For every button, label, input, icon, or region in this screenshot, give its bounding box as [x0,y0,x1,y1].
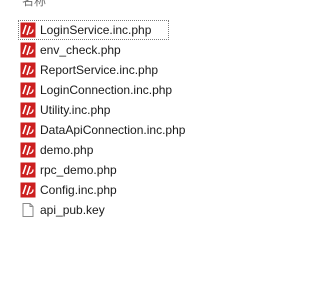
php-file-icon [20,142,36,158]
php-file-icon [20,62,36,78]
file-item[interactable]: DataApiConnection.inc.php [18,120,185,140]
file-item[interactable]: Utility.inc.php [18,100,178,120]
php-file-icon [20,122,36,138]
file-item[interactable]: LoginConnection.inc.php [18,80,178,100]
file-item[interactable]: env_check.php [18,40,178,60]
file-item[interactable]: api_pub.key [18,200,178,220]
file-item[interactable]: Config.inc.php [18,180,178,200]
file-name: DataApiConnection.inc.php [40,123,186,137]
file-item[interactable]: rpc_demo.php [18,160,178,180]
file-item[interactable]: ReportService.inc.php [18,60,178,80]
column-header: 名称 [0,0,273,14]
file-name: env_check.php [40,43,121,57]
php-file-icon [20,162,36,178]
php-file-icon [20,182,36,198]
php-file-icon [20,102,36,118]
file-name: Utility.inc.php [40,103,111,117]
column-header-name[interactable]: 名称 [22,0,46,8]
file-list: LoginService.inc.php env_check.php Repor… [18,20,273,220]
file-item[interactable]: demo.php [18,140,178,160]
generic-file-icon [22,203,34,217]
file-name: LoginService.inc.php [40,23,152,37]
php-file-icon [20,22,36,38]
file-item[interactable]: LoginService.inc.php [18,20,169,40]
php-file-icon [20,42,36,58]
file-name: demo.php [40,143,94,157]
file-name: api_pub.key [40,203,105,217]
file-name: ReportService.inc.php [40,63,159,77]
file-name: Config.inc.php [40,183,117,197]
file-name: LoginConnection.inc.php [40,83,173,97]
file-name: rpc_demo.php [40,163,117,177]
php-file-icon [20,82,36,98]
